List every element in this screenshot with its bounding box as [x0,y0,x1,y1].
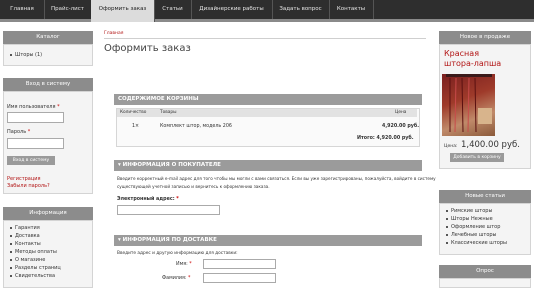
delivery-section-header: ▾ ИНФОРМАЦИЯ ПО ДОСТАВКЕ [114,235,422,246]
email-label: Электронный адрес: * [117,197,179,202]
product-price: 1,400.00 руб. [461,140,520,150]
nav-item-design-works[interactable]: Дизайнерские работы [191,0,273,19]
nav-item-ask-question[interactable]: Задать вопрос [272,0,330,19]
product-name[interactable]: Красная [444,49,479,58]
username-input[interactable] [7,112,64,123]
login-button[interactable]: Вход в систему [7,156,55,165]
info-item[interactable]: Свидетельства [10,273,55,279]
cart-row-qty: 1× [132,124,140,129]
info-item[interactable]: Гарантия [10,225,40,231]
product-name[interactable]: штора-лапша [444,59,501,68]
delivery-intro: Введите адрес и другую информацию для до… [117,251,238,256]
new-products-title: Новое в продаже [439,31,531,44]
price-label: Цена: [444,144,458,149]
poll-title: Опрос [439,265,531,278]
cart-row-product[interactable]: Комплект штор, модель 206 [160,124,232,129]
article-item[interactable]: Оформление штор [446,224,500,230]
page-title: Оформить заказ [104,43,191,54]
info-item[interactable]: Доставка [10,233,40,239]
column-quantity: Количество [120,110,147,115]
nav-item-articles[interactable]: Статьи [154,0,192,19]
article-item[interactable]: Шторы Нежные [446,216,493,222]
nav-item-home[interactable]: Главная [0,0,45,19]
add-to-cart-button[interactable]: Добавить в корзину [450,153,504,162]
breadcrumb[interactable]: Главная [104,31,123,36]
article-item[interactable]: Лечебные шторы [446,232,497,238]
name-label: Имя: * [176,262,192,267]
cart-total: Итого: 4,920.00 руб. [357,136,414,141]
register-link[interactable]: Регистрация [7,176,41,182]
customer-info-text: существующей учетной записью и вернитесь… [117,184,270,189]
column-price: Цена [395,110,407,115]
curtain-image [446,74,492,133]
catalog-title: Каталог [3,31,93,44]
customer-section-header: ▾ ИНФОРМАЦИЯ О ПОКУПАТЕЛЕ [114,160,422,171]
column-products: Товары [160,110,177,115]
info-item[interactable]: Методы оплаты [10,249,57,255]
info-item[interactable]: О магазине [10,257,45,263]
divider [104,38,426,39]
cart-row-price: 4,920.00 руб. [382,124,420,129]
article-item[interactable]: Римские шторы [446,208,492,214]
email-input[interactable] [117,205,220,215]
password-input[interactable] [7,138,64,149]
customer-info-text: Введите корректный e-mail адрес для того… [117,176,436,181]
info-title: Информация [3,207,93,220]
article-item[interactable]: Классические шторы [446,240,507,246]
login-title: Вход в систему [3,78,93,91]
new-articles-title: Новые статьи [439,190,531,203]
poll-block [439,278,531,288]
nav-item-checkout[interactable]: Оформить заказ [91,0,155,22]
name-input[interactable] [203,259,276,269]
catalog-item[interactable]: Шторы (1) [10,52,42,58]
cart-section-header: СОДЕРЖИМОЕ КОРЗИНЫ [114,94,422,105]
forgot-password-link[interactable]: Забыли пароль? [7,183,50,189]
info-item[interactable]: Разделы страниц [10,265,61,271]
product-image[interactable] [442,74,495,136]
username-label: Имя пользователя * [7,104,60,110]
surname-input[interactable] [203,273,276,283]
surname-label: Фамилия: * [162,276,191,281]
top-navigation: Главная Прайс-лист Оформить заказ Статьи… [0,0,534,22]
nav-item-contacts[interactable]: Контакты [329,0,374,19]
info-item[interactable]: Контакты [10,241,41,247]
password-label: Пароль * [7,129,31,135]
nav-item-price-list[interactable]: Прайс-лист [44,0,92,19]
